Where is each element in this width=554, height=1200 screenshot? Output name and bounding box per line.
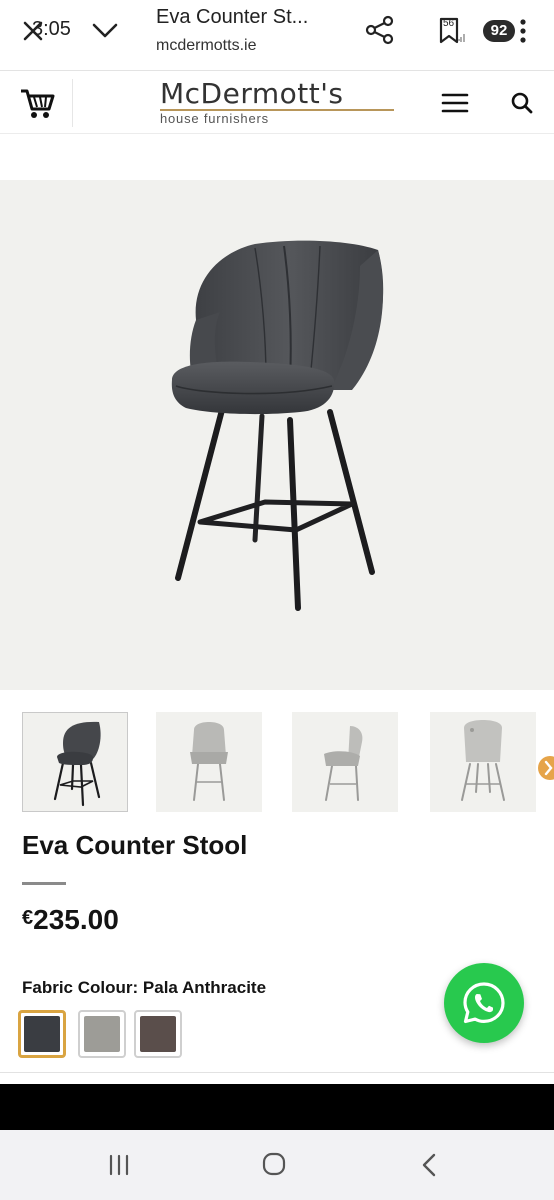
fabric-label-text: Fabric Colour:	[22, 978, 139, 997]
swatch-brown[interactable]	[134, 1010, 182, 1058]
tab-count-badge[interactable]: 92	[483, 20, 515, 42]
logo-name: McDermott's	[160, 77, 344, 110]
content-divider	[0, 1072, 554, 1073]
next-thumbnail-button[interactable]	[538, 756, 554, 780]
swatch-fill	[84, 1016, 120, 1052]
swatch-fill	[140, 1016, 176, 1052]
share-icon	[365, 15, 394, 45]
title-divider	[22, 882, 66, 885]
product-price: €235.00	[22, 904, 119, 936]
recents-icon	[109, 1154, 129, 1176]
search-button[interactable]	[508, 89, 536, 117]
price-amount: 235.00	[33, 904, 119, 935]
thumbnail-4[interactable]	[430, 712, 536, 812]
stool-thumbnail-side	[324, 726, 363, 801]
stool-image	[171, 240, 384, 611]
swatch-anthracite[interactable]	[18, 1010, 66, 1058]
status-time: 3:05	[32, 18, 71, 40]
expand-button[interactable]	[90, 16, 120, 44]
page-title: Eva Counter St...	[156, 6, 309, 28]
thumbnail-1[interactable]	[22, 712, 128, 812]
menu-dots-icon	[520, 19, 526, 43]
cart-button[interactable]	[18, 85, 58, 121]
product-main-image[interactable]	[0, 180, 554, 690]
thumbnail-3[interactable]	[292, 712, 398, 812]
stool-thumbnail-front	[190, 722, 228, 801]
menu-button[interactable]	[440, 91, 470, 115]
signal-label: 56	[443, 18, 455, 29]
home-icon	[262, 1152, 286, 1176]
system-nav-bar	[0, 1130, 554, 1200]
swatch-fill	[24, 1016, 60, 1052]
stool-thumbnail-back	[461, 720, 505, 801]
thumbnail-2[interactable]	[156, 712, 262, 812]
swatch-light-grey[interactable]	[78, 1010, 126, 1058]
stool-thumbnail-dark	[53, 721, 101, 807]
price-currency: €	[22, 907, 34, 929]
chevron-right-icon	[544, 760, 553, 776]
home-button[interactable]	[262, 1152, 286, 1176]
hamburger-icon	[441, 93, 469, 113]
browser-toolbar: 3:05 Eva Counter St... mcdermotts.ie 56 …	[0, 0, 554, 70]
chevron-down-icon	[92, 23, 118, 38]
logo-tagline: house furnishers	[160, 111, 269, 126]
fabric-colour-label: Fabric Colour: Pala Anthracite	[22, 978, 266, 998]
share-button[interactable]	[364, 14, 396, 46]
site-logo[interactable]: McDermott's house furnishers	[160, 77, 396, 127]
browser-menu-button[interactable]	[518, 18, 528, 44]
back-button[interactable]	[418, 1152, 440, 1178]
product-name: Eva Counter Stool	[22, 830, 248, 860]
site-header: McDermott's house furnishers	[0, 70, 554, 134]
thumbnail-strip	[0, 712, 554, 812]
header-divider	[72, 79, 73, 127]
whatsapp-chat-button[interactable]	[444, 963, 524, 1043]
recents-button[interactable]	[106, 1154, 132, 1176]
page-url[interactable]: mcdermotts.ie	[156, 37, 256, 55]
cart-icon	[21, 89, 55, 118]
whatsapp-icon	[463, 982, 505, 1024]
fabric-selected-value: Pala Anthracite	[142, 978, 267, 997]
search-icon	[511, 92, 533, 114]
back-icon	[422, 1153, 436, 1177]
black-banner	[0, 1084, 554, 1130]
